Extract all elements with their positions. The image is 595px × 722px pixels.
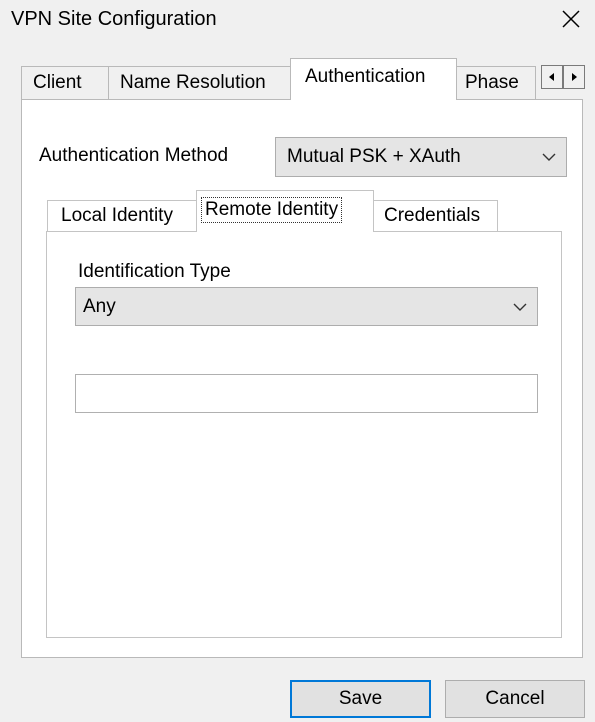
window-title: VPN Site Configuration [11,8,217,30]
identification-type-select[interactable]: Any [75,287,538,326]
tab-credentials[interactable]: Credentials [373,200,498,232]
tab-name-resolution[interactable]: Name Resolution [108,66,291,99]
tab-local-identity[interactable]: Local Identity [47,200,197,232]
tab-remote-identity[interactable]: Remote Identity [196,190,374,232]
tab-client[interactable]: Client [21,66,109,99]
tab-authentication[interactable]: Authentication [290,58,457,100]
tab-scroll-left-button[interactable] [541,65,563,89]
chevron-down-icon [542,138,556,176]
identification-type-label: Identification Type [78,261,231,282]
triangle-right-icon [572,73,577,81]
identification-value-input[interactable] [75,374,538,413]
tab-remote-identity-label: Remote Identity [201,197,343,223]
save-button[interactable]: Save [290,680,431,718]
triangle-left-icon [549,73,554,81]
chevron-down-icon [513,288,527,325]
authentication-method-value: Mutual PSK + XAuth [287,146,461,167]
tab-scroll-right-button[interactable] [563,65,585,89]
close-icon[interactable] [556,4,586,34]
identification-type-value: Any [83,296,116,317]
authentication-method-label: Authentication Method [39,145,229,166]
cancel-button[interactable]: Cancel [445,680,585,718]
tab-phase[interactable]: Phase [456,66,536,99]
authentication-method-select[interactable]: Mutual PSK + XAuth [275,137,567,177]
